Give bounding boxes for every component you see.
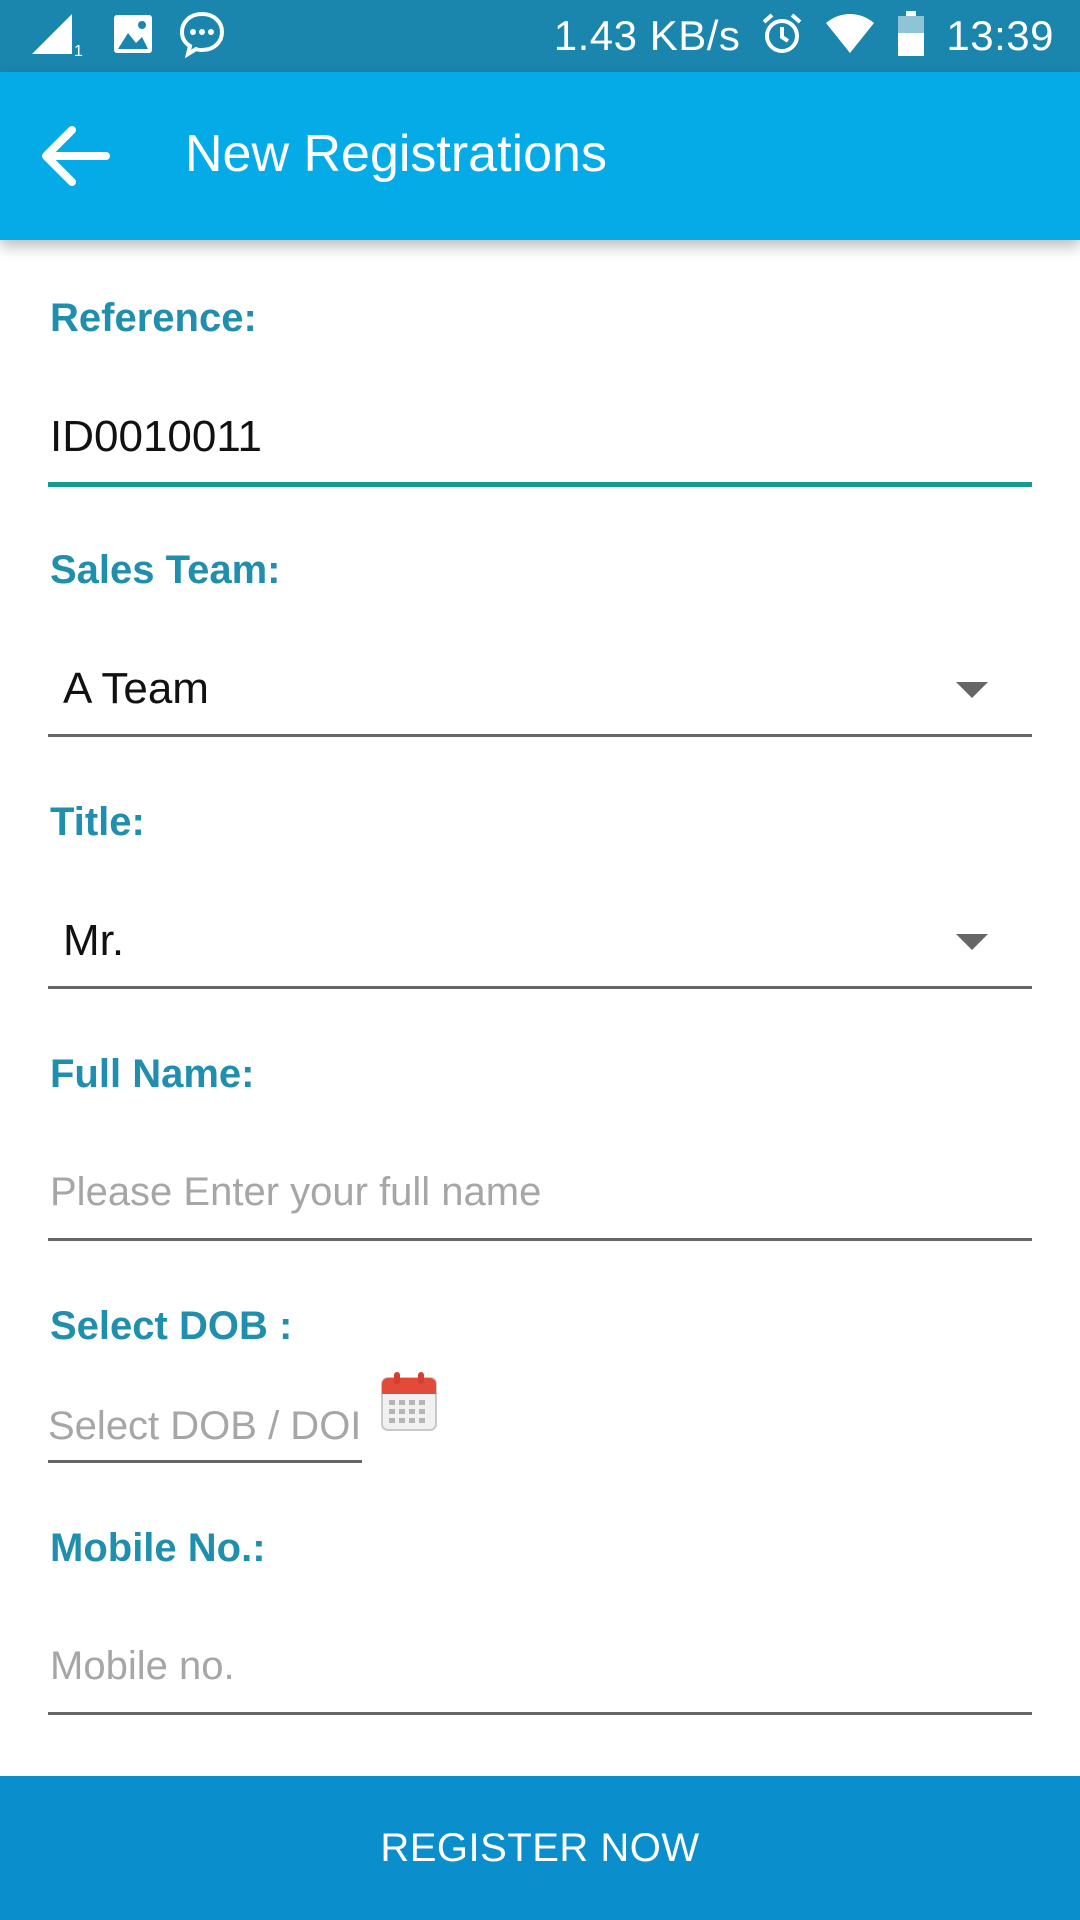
messenger-icon (178, 10, 226, 63)
app-bar: New Registrations (0, 72, 1080, 240)
dob-placeholder: Select DOB / DOI (48, 1404, 360, 1448)
title-underline (48, 986, 1032, 989)
register-now-button[interactable]: REGISTER NOW (0, 1776, 1080, 1920)
reference-underline (48, 482, 1032, 487)
mobile-underline (48, 1712, 1032, 1715)
title-chevron-down-icon (956, 934, 988, 950)
reference-value: ID0010011 (50, 412, 263, 461)
sales-team-chevron-down-icon (956, 682, 988, 698)
signal-icon: 1 (28, 10, 88, 63)
back-button[interactable] (36, 116, 116, 196)
title-value: Mr. (63, 916, 125, 965)
full-name-placeholder: Please Enter your full name (50, 1170, 542, 1214)
sales-team-value: A Team (63, 664, 209, 713)
title-dropdown[interactable] (48, 892, 1032, 988)
full-name-underline (48, 1238, 1032, 1241)
sales-team-label: Sales Team: (50, 548, 281, 592)
dob-label: Select DOB : (50, 1304, 293, 1348)
wifi-icon (824, 13, 876, 60)
svg-text:1: 1 (74, 43, 83, 58)
dob-underline (48, 1460, 362, 1463)
full-name-label: Full Name: (50, 1052, 255, 1096)
registration-screen: 1 1.43 KB/s 13:39 New Registrations Refe… (0, 0, 1080, 1920)
battery-icon (896, 10, 926, 62)
clock: 13:39 (946, 12, 1054, 59)
gallery-icon (112, 13, 154, 60)
title-label: Title: (50, 800, 145, 844)
alarm-icon (760, 12, 804, 61)
network-speed: 1.43 KB/s (553, 12, 741, 59)
page-title: New Registrations (185, 125, 607, 183)
sales-team-underline (48, 734, 1032, 737)
reference-label: Reference: (50, 296, 257, 340)
status-bar: 1 1.43 KB/s 13:39 (0, 0, 1080, 72)
calendar-icon[interactable] (380, 1370, 438, 1432)
mobile-placeholder: Mobile no. (50, 1644, 235, 1688)
arrow-back-icon (36, 126, 116, 200)
mobile-label: Mobile No.: (50, 1526, 266, 1570)
